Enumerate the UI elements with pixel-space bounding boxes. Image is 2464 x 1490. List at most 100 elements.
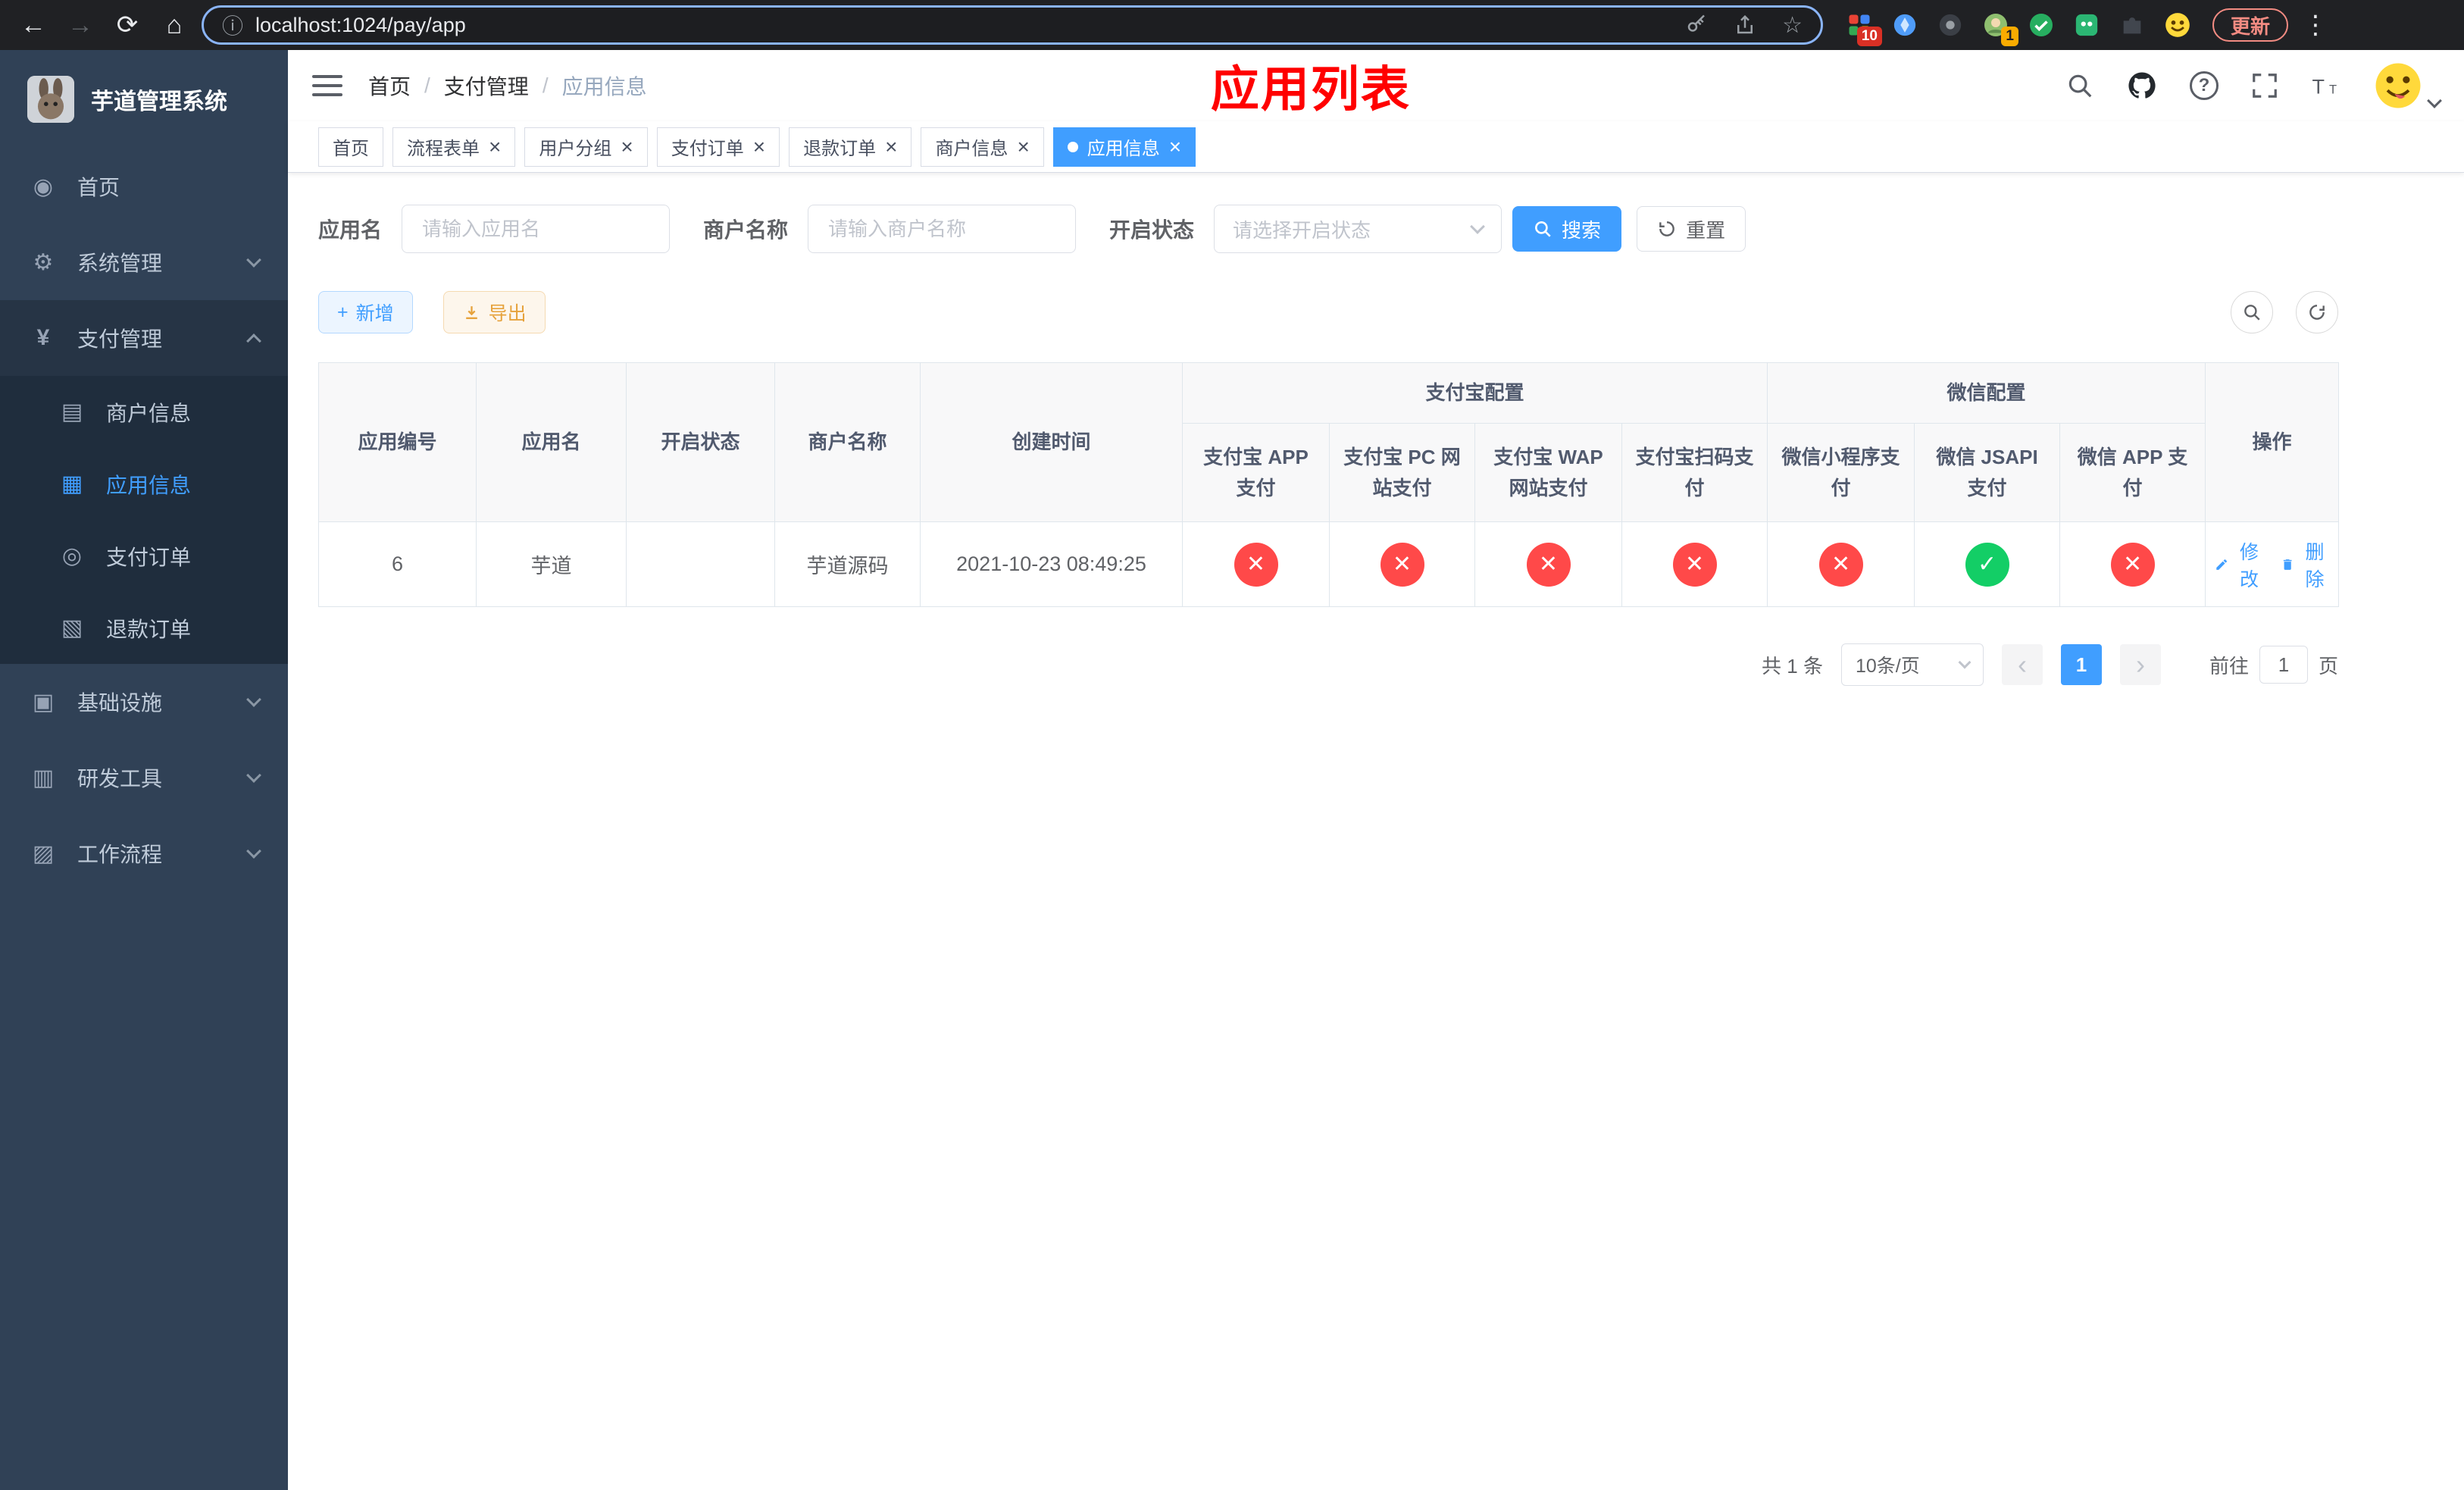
refresh-table-button[interactable] <box>2296 291 2338 333</box>
sidebar-item-system[interactable]: 系统管理 <box>0 224 288 300</box>
tab-merchant-info[interactable]: 商户信息 × <box>921 127 1044 167</box>
cell-app-id: 6 <box>318 521 477 607</box>
gear-icon <box>29 249 58 276</box>
extension-puzzle-icon[interactable] <box>2115 8 2149 42</box>
sidebar-item-label: 首页 <box>77 176 120 199</box>
tab-close-icon[interactable]: × <box>753 136 765 158</box>
merchant-name-input[interactable] <box>808 205 1077 253</box>
reset-button[interactable]: 重置 <box>1637 206 1746 252</box>
col-alipay-wap: 支付宝 WAP 网站支付 <box>1474 423 1622 522</box>
tab-close-icon[interactable]: × <box>1017 136 1029 158</box>
sidebar-item-label: 支付订单 <box>106 545 192 569</box>
chevron-down-icon <box>2427 93 2442 108</box>
tab-close-icon[interactable]: × <box>489 136 501 158</box>
sidebar-item-pay-orders[interactable]: 支付订单 <box>0 520 288 592</box>
sidebar-item-home[interactable]: 首页 <box>0 149 288 224</box>
browser-reload-icon[interactable] <box>108 5 147 45</box>
add-button-label: 新增 <box>355 303 394 324</box>
status-select[interactable]: 请选择开启状态 <box>1214 205 1502 253</box>
toggle-search-button[interactable] <box>2231 291 2273 333</box>
filter-form: 应用名 商户名称 开启状态 请选择开启状态 搜索 <box>318 205 2434 253</box>
user-menu[interactable] <box>2375 62 2442 109</box>
current-page-button[interactable]: 1 <box>2060 644 2102 685</box>
main-area: 首页 / 支付管理 / 应用信息 应用列表 ? TT 首页 流程表单 × 用户分… <box>288 50 2464 1490</box>
extension-green-square-icon[interactable] <box>2070 8 2103 42</box>
sidebar-item-workflow[interactable]: 工作流程 <box>0 815 288 891</box>
extension-dark-icon[interactable] <box>1934 8 1967 42</box>
extension-smiley-icon[interactable] <box>2161 8 2194 42</box>
browser-forward-icon[interactable] <box>61 5 100 45</box>
goto-page-input[interactable] <box>2259 646 2308 684</box>
help-icon[interactable]: ? <box>2190 71 2219 100</box>
tab-close-icon[interactable]: × <box>885 136 897 158</box>
plus-icon <box>337 302 349 324</box>
navbar-actions: ? TT <box>2065 62 2442 109</box>
tools-icon <box>29 765 58 791</box>
site-info-icon[interactable] <box>222 10 243 40</box>
table-row: 6 芋道 芋道源码 2021-10-23 08:49:25 ✕ ✕ ✕ ✕ ✕ … <box>318 521 2340 607</box>
tab-app-info[interactable]: 应用信息 × <box>1052 127 1196 167</box>
credit-card-icon <box>58 399 86 425</box>
browser-menu-icon[interactable] <box>2296 5 2335 45</box>
delete-link[interactable]: 删除 <box>2281 537 2330 592</box>
next-page-button[interactable] <box>2119 644 2161 685</box>
sidebar-item-app-info[interactable]: 应用信息 <box>0 448 288 520</box>
browser-update-button[interactable]: 更新 <box>2212 8 2289 42</box>
search-icon[interactable] <box>2065 71 2094 100</box>
sidebar-item-payment[interactable]: 支付管理 <box>0 300 288 376</box>
sidebar-collapse-icon[interactable] <box>312 75 342 96</box>
sidebar-item-merchant-info[interactable]: 商户信息 <box>0 376 288 448</box>
tab-user-group[interactable]: 用户分组 × <box>524 127 648 167</box>
add-button[interactable]: 新增 <box>318 291 413 333</box>
tab-pay-orders[interactable]: 支付订单 × <box>656 127 780 167</box>
delete-link-label: 删除 <box>2305 541 2325 590</box>
share-icon[interactable] <box>1734 14 1756 36</box>
sidebar-item-infrastructure[interactable]: 基础设施 <box>0 664 288 740</box>
page-size-select[interactable]: 10条/页 <box>1840 643 1984 686</box>
app-name-input[interactable] <box>402 205 671 253</box>
sidebar-item-devtools[interactable]: 研发工具 <box>0 740 288 815</box>
svg-text:T: T <box>2329 83 2337 97</box>
status-wechat-app-icon: ✕ <box>2110 542 2155 587</box>
export-button[interactable]: 导出 <box>442 291 546 333</box>
breadcrumb-item: 应用信息 <box>561 75 647 99</box>
extensions-area: 10 1 <box>1843 8 2194 46</box>
extension-green-circle-icon[interactable] <box>2025 8 2058 42</box>
extension-grid-icon[interactable]: 10 <box>1843 8 1882 46</box>
tab-process-form[interactable]: 流程表单 × <box>392 127 516 167</box>
download-icon <box>465 305 477 319</box>
password-key-icon[interactable] <box>1685 14 1708 36</box>
tab-close-icon[interactable]: × <box>1169 136 1181 158</box>
extension-avatar-icon[interactable]: 1 <box>1979 8 2018 46</box>
edit-link[interactable]: 修改 <box>2215 537 2264 592</box>
browser-back-icon[interactable] <box>14 5 53 45</box>
tab-refund-orders[interactable]: 退款订单 × <box>789 127 912 167</box>
bookmark-star-icon[interactable] <box>1782 12 1803 39</box>
fullscreen-icon[interactable] <box>2250 71 2279 100</box>
breadcrumb-item[interactable]: 首页 <box>368 70 411 101</box>
infrastructure-icon <box>29 689 58 715</box>
github-icon[interactable] <box>2126 70 2158 102</box>
search-icon <box>2244 305 2260 321</box>
extension-badge: 1 <box>2001 27 2018 46</box>
url-text[interactable]: localhost:1024/pay/app <box>255 14 466 37</box>
chevron-down-icon <box>246 844 261 859</box>
sidebar-item-label: 工作流程 <box>77 843 163 866</box>
cell-app-name: 芋道 <box>476 521 627 607</box>
tab-home[interactable]: 首页 <box>318 127 383 167</box>
browser-home-icon[interactable] <box>155 5 194 45</box>
col-wechat-jsapi: 微信 JSAPI 支付 <box>1914 423 2061 522</box>
sidebar-item-refund-orders[interactable]: 退款订单 <box>0 592 288 664</box>
chevron-down-icon <box>246 252 261 268</box>
breadcrumb-item[interactable]: 支付管理 <box>444 70 529 101</box>
font-size-icon[interactable]: TT <box>2311 71 2343 100</box>
search-button[interactable]: 搜索 <box>1512 206 1622 252</box>
extension-blue-icon[interactable] <box>1888 8 1921 42</box>
tab-close-icon[interactable]: × <box>621 136 633 158</box>
prev-page-button[interactable] <box>2001 644 2043 685</box>
address-bar[interactable]: localhost:1024/pay/app <box>202 5 1823 45</box>
sidebar-item-label: 系统管理 <box>77 252 163 275</box>
app-table: 应用编号 应用名 开启状态 商户名称 创建时间 支付宝配置 微信配置 操作 支付… <box>318 362 2340 607</box>
app-shell: 芋道管理系统 首页 系统管理 支付管理 商户信息 应用信息 <box>0 50 2464 1490</box>
cell-status <box>626 521 775 607</box>
